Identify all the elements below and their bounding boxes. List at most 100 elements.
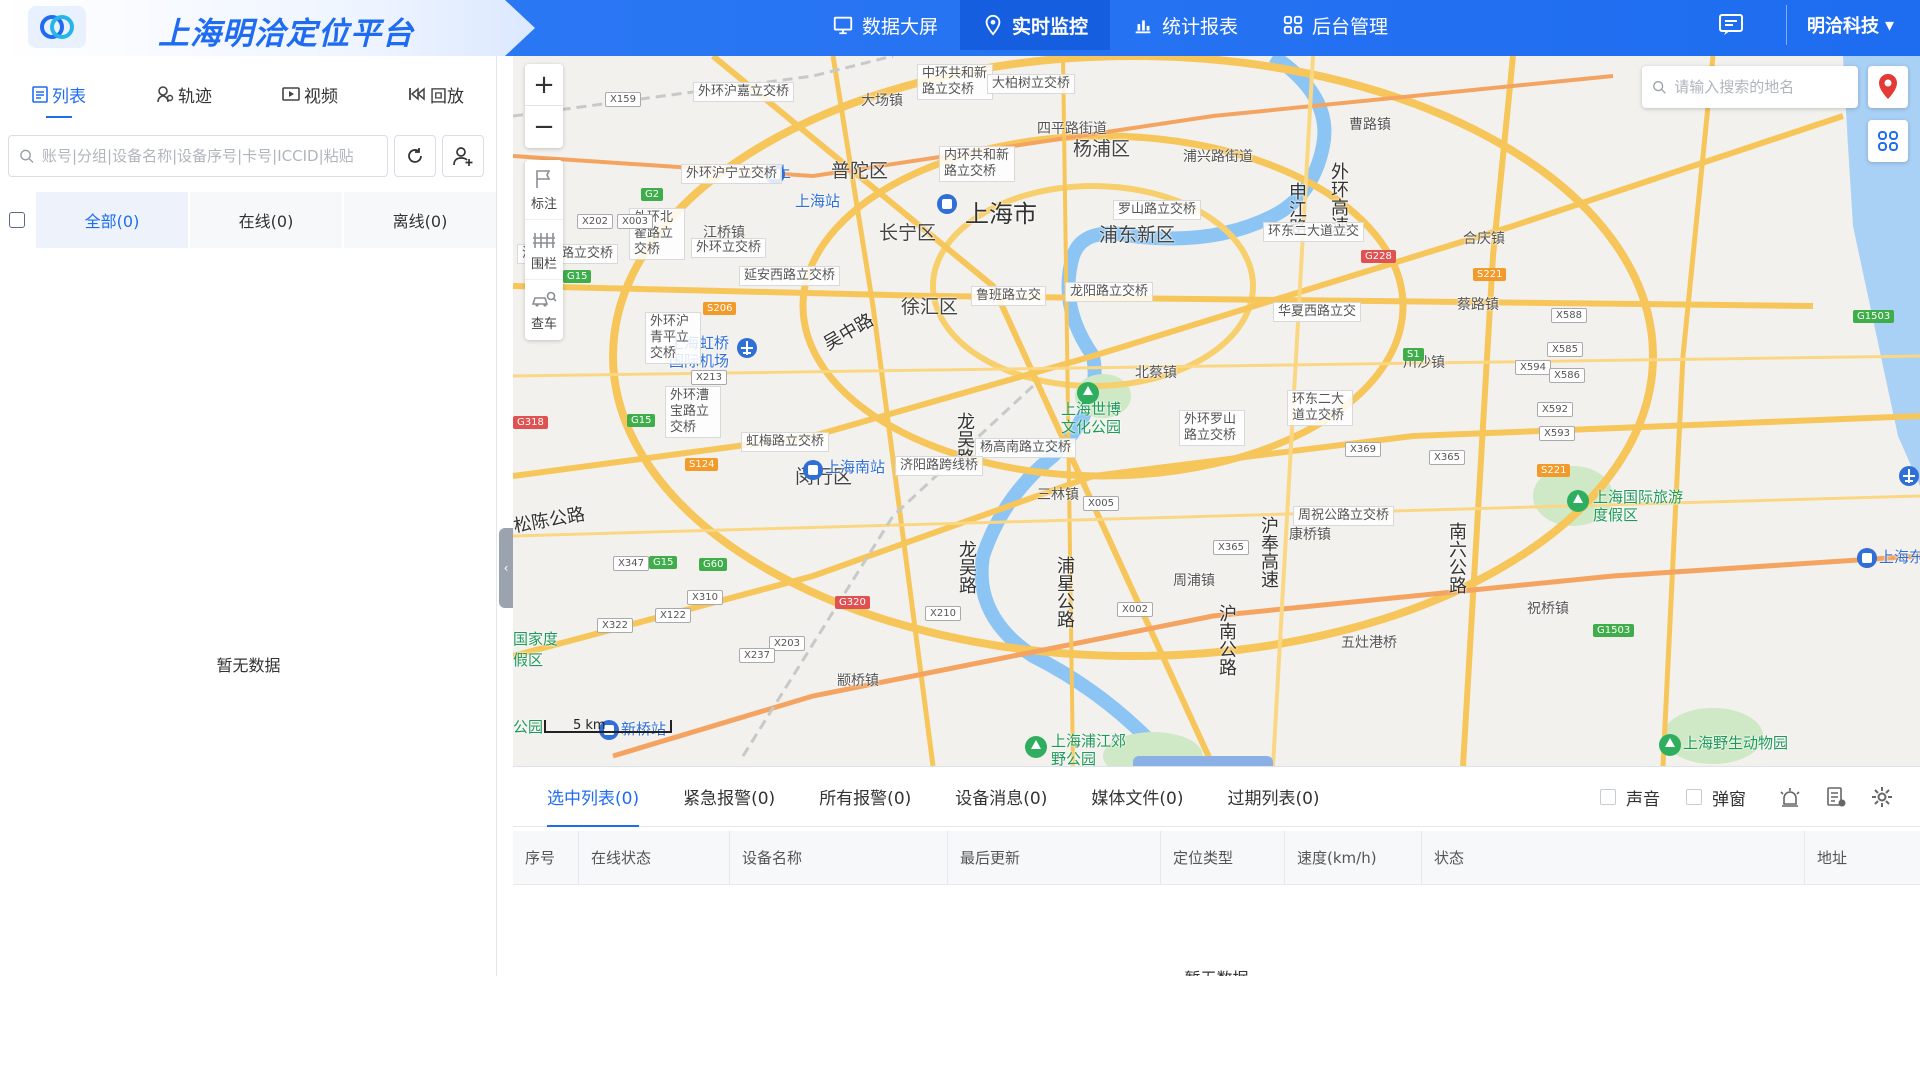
track-icon [157, 86, 174, 103]
map-label-interchange: 周祝公路立交桥 [1293, 506, 1395, 526]
alarm-light-button[interactable] [1772, 779, 1808, 815]
filter-all[interactable]: 全部(0) [36, 192, 188, 248]
tab-device-messages[interactable]: 设备消息(0) [933, 767, 1069, 827]
map-label-park: 国家度假区 [513, 630, 559, 669]
gear-icon [1872, 787, 1892, 807]
tab-expired-list[interactable]: 过期列表(0) [1205, 767, 1341, 827]
nav-data-screen[interactable]: 数据大屏 [810, 0, 960, 50]
column-header[interactable]: 速度(km/h) [1285, 831, 1422, 884]
road-shield: G1503 [1593, 624, 1635, 637]
map-label-interchange: 延安西路立交桥 [739, 266, 841, 286]
tab-emergency-alarm[interactable]: 紧急报警(0) [661, 767, 797, 827]
search-icon [20, 149, 34, 164]
road-shield: X202 [577, 214, 613, 229]
tool-label: 标注 [530, 196, 557, 212]
road-shield: G15 [627, 414, 656, 427]
column-header[interactable]: 地址 [1805, 831, 1920, 884]
tab-track[interactable]: 轨迹 [144, 74, 224, 114]
airport-icon [1899, 466, 1919, 486]
poi-wildlife-zoo[interactable]: 上海野生动物园 [1683, 732, 1788, 753]
tool-mark-button[interactable]: 标注 [525, 160, 563, 220]
poi-pujiang-park[interactable]: 上海浦江郊野公园 [1051, 732, 1131, 766]
column-header[interactable]: 定位类型 [1161, 831, 1285, 884]
map-label-interchange: 中环共和新路立交桥 [917, 64, 993, 100]
map-label-interchange: 大柏树立交桥 [987, 74, 1076, 94]
zoom-in-button[interactable]: + [525, 64, 563, 106]
poi-disney-resort[interactable]: 上海国际旅游度假区 [1593, 488, 1683, 524]
locate-pin-button[interactable] [1868, 66, 1908, 108]
tab-video[interactable]: 视频 [270, 74, 350, 114]
road-shield: G318 [513, 416, 548, 429]
road-shield: S221 [1473, 268, 1507, 281]
popup-label: 弹窗 [1712, 789, 1746, 810]
user-menu[interactable]: 明洽科技 ▾ [1807, 12, 1920, 38]
poi-shanghai-east[interactable]: 上海东站 [1879, 546, 1920, 567]
poi-shanghai-station[interactable]: 上海站 [795, 190, 840, 211]
tab-playback[interactable]: 回放 [396, 74, 476, 114]
export-button[interactable] [1818, 779, 1854, 815]
tool-find-car-button[interactable]: 查车 [525, 280, 563, 340]
cloud-link-icon[interactable] [28, 6, 86, 48]
device-search-input[interactable] [41, 147, 377, 165]
tab-all-alarms[interactable]: 所有报警(0) [797, 767, 933, 827]
monitor-icon [833, 16, 853, 35]
zoom-out-button[interactable]: − [525, 106, 563, 148]
tab-list[interactable]: 列表 [20, 74, 98, 118]
popup-toggle[interactable]: 弹窗 [1686, 785, 1746, 810]
settings-button[interactable] [1864, 779, 1900, 815]
filter-offline[interactable]: 离线(0) [344, 192, 496, 248]
refresh-button[interactable] [394, 135, 436, 177]
panel-toggle-handle[interactable] [1133, 756, 1273, 766]
column-header[interactable]: 状态 [1422, 831, 1805, 884]
road-shield: S1 [1403, 348, 1424, 361]
column-header[interactable]: 在线状态 [579, 831, 730, 884]
nav-statistics[interactable]: 统计报表 [1110, 0, 1260, 50]
nav-realtime-monitor[interactable]: 实时监控 [960, 0, 1111, 50]
collapse-panel-handle[interactable]: ‹ [499, 528, 513, 608]
map-label-interchange: 外环沪青平立交桥 [645, 312, 701, 364]
filter-online[interactable]: 在线(0) [190, 192, 342, 248]
scale-bar [544, 720, 672, 733]
road-shield: X365 [1213, 540, 1249, 555]
road-shield: G60 [699, 558, 728, 571]
station-icon [803, 460, 823, 480]
column-header[interactable]: 序号 [513, 831, 579, 884]
video-icon [282, 87, 300, 101]
message-button[interactable] [1706, 0, 1756, 50]
map-view[interactable]: 上海市 普陀区 长宁区 徐汇区 杨浦区 浦东新区 闵行区 吴中路 龙吴路 龙吴路… [513, 56, 1920, 766]
column-header[interactable]: 最后更新 [948, 831, 1161, 884]
poi-shanghai-south[interactable]: 上海南站 [825, 456, 885, 477]
tab-selected-list[interactable]: 选中列表(0) [525, 767, 661, 827]
road-shield: X585 [1547, 342, 1583, 357]
select-all-checkbox[interactable] [0, 192, 34, 248]
list-icon [32, 86, 48, 103]
road-shield: X122 [655, 608, 691, 623]
column-header[interactable]: 设备名称 [730, 831, 948, 884]
road-shield: X593 [1539, 426, 1575, 441]
road-shield: X237 [739, 648, 775, 663]
nav-admin[interactable]: 后台管理 [1260, 0, 1410, 50]
popup-checkbox[interactable] [1686, 789, 1702, 805]
tab-label: 列表 [52, 86, 86, 107]
tool-label: 查车 [530, 317, 557, 332]
bottom-tabs: 选中列表(0) 紧急报警(0) 所有报警(0) 设备消息(0) 媒体文件(0) … [513, 767, 1920, 827]
message-icon [1718, 14, 1743, 35]
tab-media-files[interactable]: 媒体文件(0) [1069, 767, 1205, 827]
add-user-button[interactable] [442, 135, 484, 177]
map-label-interchange: 外环沪宁立交桥 [681, 164, 783, 184]
sound-checkbox[interactable] [1600, 789, 1616, 805]
road-shield: X586 [1549, 368, 1585, 383]
map-label-interchange: 环东二大道立交桥 [1287, 390, 1353, 426]
tool-fence-button[interactable]: 围栏 [525, 220, 563, 280]
layers-button[interactable] [1868, 120, 1908, 162]
sound-toggle[interactable]: 声音 [1600, 785, 1660, 810]
map-label-interchange: 内环共和新路立交桥 [939, 146, 1015, 182]
chevron-left-icon: ‹ [503, 561, 509, 575]
map-label-town: 合庆镇 [1463, 231, 1505, 247]
place-search-input[interactable] [1674, 78, 1848, 96]
map-label-district: 徐汇区 [901, 296, 959, 318]
document-icon [1827, 787, 1846, 807]
status-filter-row: 全部(0) 在线(0) 离线(0) [0, 192, 496, 248]
map-label-interchange: 华夏西路立交 [1273, 302, 1362, 322]
poi-expo-park[interactable]: 上海世博文化公园 [1061, 400, 1133, 436]
